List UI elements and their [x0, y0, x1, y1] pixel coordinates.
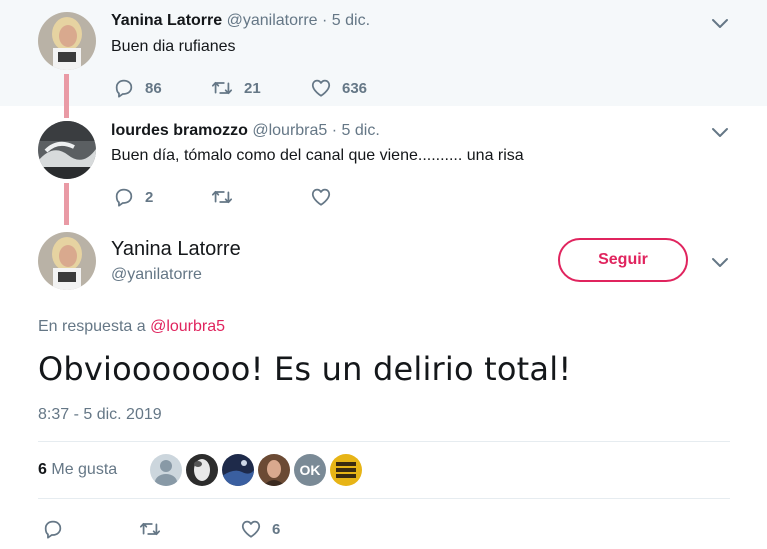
divider	[38, 498, 730, 499]
reply-prefix: En respuesta a	[38, 318, 146, 335]
liker-avatar[interactable]	[150, 454, 182, 486]
follow-button[interactable]: Seguir	[558, 238, 688, 282]
heart-icon	[240, 518, 262, 540]
thread-connector	[64, 74, 69, 118]
reply-count: 2	[145, 188, 154, 206]
likes-summary[interactable]: 6 Me gusta	[38, 461, 117, 479]
avatar-yanina-main[interactable]	[38, 232, 96, 290]
avatar-lourdes[interactable]	[38, 121, 96, 179]
liker-avatar[interactable]	[186, 454, 218, 486]
like-count: 636	[342, 79, 368, 97]
heart-icon	[310, 186, 332, 208]
author-handle[interactable]: @lourbra5	[252, 122, 327, 139]
main-timestamp[interactable]: 8:37 - 5 dic. 2019	[38, 406, 162, 424]
retweet-count: 21	[244, 79, 261, 97]
divider	[38, 441, 730, 442]
retweet-button[interactable]	[210, 186, 234, 208]
author-name[interactable]: Yanina Latorre	[111, 12, 222, 29]
author-name[interactable]: lourdes bramozzo	[111, 122, 248, 139]
liker-avatar[interactable]	[330, 454, 362, 486]
reply-icon	[113, 186, 135, 208]
likers-avatars: OK	[150, 454, 362, 486]
main-tweet-text: Obviooooooo! Es un delirio total!	[38, 350, 572, 388]
retweet-button[interactable]	[138, 518, 162, 540]
chevron-down-icon[interactable]	[711, 127, 729, 139]
author-handle[interactable]: @yanilatorre	[227, 12, 318, 29]
liker-avatar-text: OK	[300, 462, 321, 478]
reply-icon	[42, 518, 64, 540]
separator-dot: ·	[331, 122, 338, 139]
main-author-name[interactable]: Yanina Latorre	[111, 238, 241, 261]
main-author-handle[interactable]: @yanilatorre	[111, 266, 202, 284]
reply-button[interactable]: 86	[113, 77, 162, 99]
retweet-icon	[210, 77, 234, 99]
chevron-down-icon[interactable]	[711, 257, 729, 269]
tweet-header: lourdes bramozzo @lourbra5 · 5 dic.	[111, 122, 380, 140]
retweet-button[interactable]: 21	[210, 77, 261, 99]
reply-context: En respuesta a @lourbra5	[38, 318, 225, 336]
liker-avatar[interactable]: OK	[294, 454, 326, 486]
like-button[interactable]: 636	[310, 77, 367, 99]
like-count: 6	[272, 520, 281, 538]
reply-count: 86	[145, 79, 162, 97]
tweet-date[interactable]: 5 dic.	[342, 122, 380, 139]
chevron-down-icon[interactable]	[711, 18, 729, 30]
thread-connector	[64, 183, 69, 225]
reply-mention-link[interactable]: @lourbra5	[150, 318, 225, 335]
tweet-text: Buen dia rufianes	[111, 38, 236, 55]
reply-icon	[113, 77, 135, 99]
retweet-icon	[210, 186, 234, 208]
author-handle[interactable]: @yanilatorre	[111, 266, 202, 283]
avatar-yanina[interactable]	[38, 12, 96, 70]
liker-avatar[interactable]	[222, 454, 254, 486]
separator-dot: ·	[322, 12, 328, 29]
heart-icon	[310, 77, 332, 99]
like-button[interactable]: 6	[240, 518, 280, 540]
tweet-header: Yanina Latorre @yanilatorre · 5 dic.	[111, 12, 370, 30]
likes-count: 6	[38, 461, 47, 478]
retweet-icon	[138, 518, 162, 540]
tweet-text: Buen día, tómalo como del canal que vien…	[111, 147, 524, 164]
like-button[interactable]	[310, 186, 332, 208]
likes-label: Me gusta	[51, 461, 118, 478]
liker-avatar[interactable]	[258, 454, 290, 486]
tweet-date[interactable]: 5 dic.	[332, 12, 370, 29]
reply-button[interactable]: 2	[113, 186, 153, 208]
reply-button[interactable]	[42, 518, 64, 540]
